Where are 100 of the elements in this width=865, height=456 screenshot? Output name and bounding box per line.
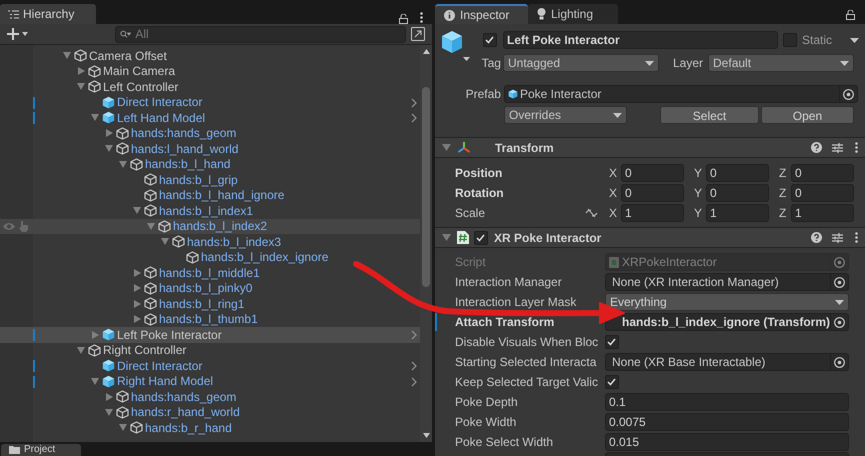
component-enabled-checkbox[interactable] <box>474 230 488 244</box>
hierarchy-item[interactable]: Main Camera <box>0 64 420 79</box>
open-prefab-chevron-icon[interactable] <box>411 330 418 340</box>
property-label: Interaction Layer Mask <box>454 294 578 311</box>
name-field[interactable]: Left Poke Interactor <box>502 31 778 49</box>
hierarchy-item[interactable]: Right Hand Model <box>0 374 420 389</box>
dropdown-arrow-icon <box>644 60 654 66</box>
panel-tab[interactable]: Hierarchy <box>0 4 96 24</box>
hierarchy-item[interactable]: Left Hand Model <box>0 110 420 126</box>
scroll-up-icon[interactable] <box>422 49 430 54</box>
overrides-dropdown[interactable]: Overrides <box>504 106 627 124</box>
hierarchy-item[interactable]: hands:b_l_hand <box>0 156 420 172</box>
hierarchy-item[interactable]: Right Controller <box>0 342 420 358</box>
lock-icon[interactable] <box>846 10 855 20</box>
hierarchy-item[interactable]: hands:b_l_index_ignore <box>0 250 420 265</box>
expand-arrow-icon[interactable] <box>92 330 98 339</box>
prefab-select-button[interactable]: Select <box>660 106 759 124</box>
component-header[interactable]: XR Poke Interactor <box>434 227 865 248</box>
collapse-arrow-icon[interactable] <box>442 144 451 151</box>
number-field[interactable]: 1 <box>620 204 684 222</box>
object-picker-icon[interactable] <box>843 88 854 100</box>
help-icon[interactable] <box>811 142 822 153</box>
object-picker-icon[interactable] <box>834 316 846 328</box>
presets-icon[interactable] <box>832 142 843 152</box>
expand-arrow-icon[interactable] <box>78 67 84 76</box>
scrollbar[interactable] <box>420 45 432 442</box>
expand-arrow-icon[interactable] <box>106 129 112 138</box>
pickable-hand-icon[interactable] <box>19 220 29 232</box>
presets-icon[interactable] <box>832 232 843 242</box>
number-field[interactable]: 0 <box>706 164 769 182</box>
more-options-icon[interactable] <box>855 232 858 243</box>
number-field[interactable]: 0 <box>620 184 684 202</box>
static-checkbox[interactable] <box>782 33 797 47</box>
unlinked-scale-icon[interactable] <box>584 208 598 218</box>
object-picker-icon[interactable] <box>834 356 845 368</box>
collapse-arrow-icon[interactable] <box>63 52 71 60</box>
hierarchy-item[interactable]: Direct Interactor <box>0 358 420 374</box>
number-field[interactable]: 0 <box>790 164 854 182</box>
collapse-arrow-icon[interactable] <box>91 114 99 122</box>
collapse-arrow-icon[interactable] <box>77 83 85 90</box>
number-field[interactable]: 0.0075 <box>604 413 849 431</box>
hierarchy-item[interactable]: hands:b_l_ring1 <box>0 296 420 312</box>
more-options-icon[interactable] <box>855 142 858 153</box>
lock-icon[interactable] <box>399 14 408 24</box>
static-dropdown-icon[interactable] <box>850 38 859 42</box>
panel-tab[interactable]: Inspector <box>434 4 528 24</box>
maximize-icon[interactable] <box>411 27 426 41</box>
hierarchy-item[interactable]: Camera Offset <box>0 48 420 64</box>
scroll-down-icon[interactable] <box>422 433 430 438</box>
active-checkbox[interactable] <box>482 33 497 47</box>
prefab-cube-icon[interactable] <box>440 30 463 54</box>
prefab-open-button[interactable]: Open <box>760 106 854 124</box>
prefab-field[interactable]: Poke Interactor <box>504 85 858 103</box>
panel-tab[interactable]: Project <box>1 444 81 456</box>
hierarchy-item[interactable]: Left Poke Interactor <box>0 327 420 342</box>
hierarchy-item[interactable]: hands:b_l_grip <box>0 172 420 188</box>
checkbox[interactable] <box>604 375 619 389</box>
hierarchy-item[interactable]: Left Controller <box>0 79 420 94</box>
number-field[interactable]: 1 <box>790 204 854 222</box>
tag-dropdown[interactable]: Untagged <box>502 54 659 72</box>
expand-arrow-icon[interactable] <box>106 392 112 401</box>
hierarchy-item[interactable]: hands:b_r_hand <box>0 420 420 436</box>
object-field[interactable]: None (XR Interaction Manager) <box>604 273 849 291</box>
object-field[interactable]: None (XR Base Interactable) <box>604 353 849 371</box>
collapse-arrow-icon[interactable] <box>91 378 99 385</box>
hierarchy-item[interactable]: hands:b_l_pinky0 <box>0 280 420 296</box>
icon-dropdown-icon[interactable] <box>462 57 470 61</box>
add-icon[interactable] <box>7 28 29 40</box>
number-field[interactable]: 0 <box>706 184 769 202</box>
layer-dropdown[interactable]: Default <box>708 54 854 72</box>
hierarchy-item[interactable]: hands:r_hand_world <box>0 404 420 420</box>
checkbox[interactable] <box>604 335 619 349</box>
object-picker-icon[interactable] <box>834 276 845 288</box>
number-field[interactable]: 0 <box>620 164 684 182</box>
item-label: Camera Offset <box>89 48 167 65</box>
number-field[interactable]: 1 <box>706 204 769 222</box>
hierarchy-item[interactable]: Direct Interactor <box>0 94 420 110</box>
number-field[interactable]: 0.1 <box>604 393 849 411</box>
hierarchy-item[interactable]: hands:hands_geom <box>0 389 420 404</box>
hierarchy-item[interactable]: hands:b_l_index1 <box>0 203 420 218</box>
hierarchy-item[interactable]: hands:b_l_thumb1 <box>0 312 420 327</box>
dropdown[interactable]: Everything <box>604 293 849 311</box>
object-field[interactable]: hands:b_l_index_ignore (Transform) <box>604 313 849 331</box>
hierarchy-item[interactable]: hands:b_l_index2 <box>0 218 420 234</box>
component-header[interactable]: Transform <box>434 137 865 158</box>
number-field[interactable]: 0.015 <box>604 433 849 451</box>
visibility-eye-icon[interactable] <box>2 222 16 230</box>
collapse-arrow-icon[interactable] <box>77 346 85 354</box>
number-field[interactable]: 0 <box>790 184 854 202</box>
panel-tab[interactable]: Lighting <box>528 4 618 24</box>
hierarchy-item[interactable]: hands:b_l_index3 <box>0 234 420 250</box>
scrollbar-thumb[interactable] <box>422 87 430 287</box>
hierarchy-item[interactable]: hands:b_l_hand_ignore <box>0 188 420 203</box>
item-label: hands:r_hand_world <box>131 404 240 422</box>
hierarchy-item[interactable]: hands:b_l_middle1 <box>0 265 420 280</box>
more-options-icon[interactable] <box>420 12 424 23</box>
collapse-arrow-icon[interactable] <box>442 234 451 241</box>
help-icon[interactable] <box>811 232 822 243</box>
hierarchy-item[interactable]: hands:hands_geom <box>0 126 420 141</box>
hierarchy-item[interactable]: hands:l_hand_world <box>0 141 420 156</box>
